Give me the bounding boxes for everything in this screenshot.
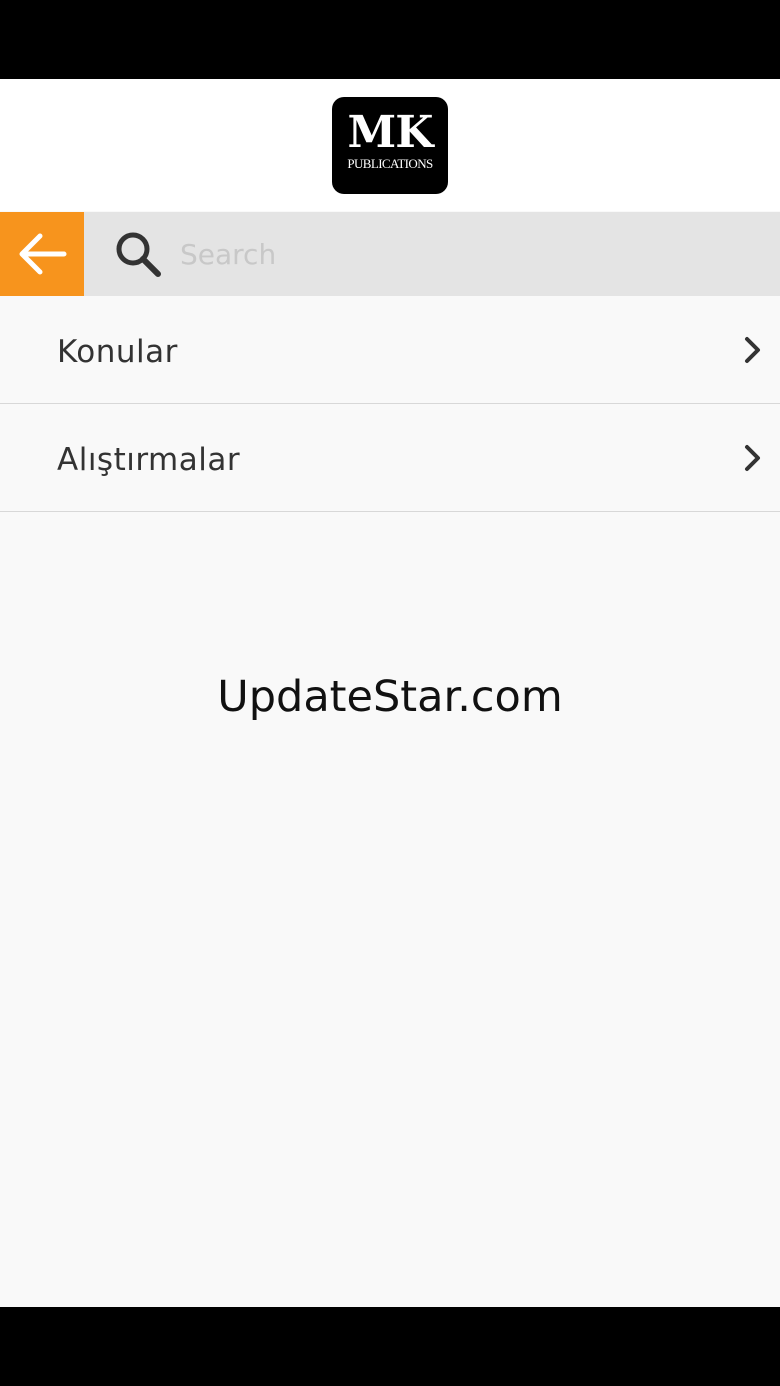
menu-list: Konular Alıştırmalar <box>0 296 780 512</box>
logo-main-text: MK <box>347 107 434 158</box>
back-button[interactable] <box>0 212 84 296</box>
list-item-konular[interactable]: Konular <box>0 296 780 404</box>
search-bar <box>0 212 780 296</box>
app-screen: MK PUBLICATIONS Konular Alıştırmalar <box>0 79 780 1307</box>
magnifier-icon[interactable] <box>112 228 164 280</box>
logo-sub-text: PUBLICATIONS <box>347 156 433 171</box>
mk-publications-logo: MK PUBLICATIONS <box>332 97 448 194</box>
watermark-text: UpdateStar.com <box>217 672 563 722</box>
list-item-label: Konular <box>57 334 178 370</box>
chevron-right-icon <box>745 337 760 363</box>
navigation-bar <box>0 1307 780 1386</box>
search-input[interactable] <box>180 230 760 278</box>
list-item-label: Alıştırmalar <box>57 442 241 478</box>
arrow-left-icon <box>19 233 67 275</box>
app-header: MK PUBLICATIONS <box>0 79 780 211</box>
chevron-right-icon <box>745 445 760 471</box>
list-item-alistirmalar[interactable]: Alıştırmalar <box>0 404 780 512</box>
status-bar <box>0 0 780 79</box>
